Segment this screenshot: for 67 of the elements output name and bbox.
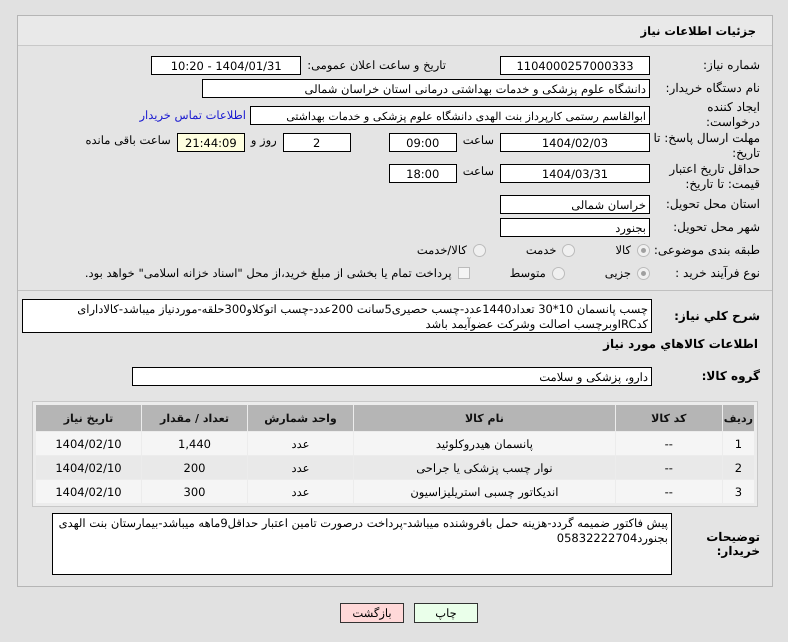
table-cell: پانسمان هیدروکلوئید — [354, 432, 615, 455]
panel-title: جزئیات اطلاعات نیاز — [640, 24, 756, 38]
table-cell: 300 — [142, 480, 247, 503]
time-field[interactable]: 18:00 — [388, 164, 457, 183]
date-field[interactable]: 1404/02/03 — [500, 133, 650, 152]
field-label: نوع فرآیند خرید : — [674, 266, 761, 280]
table-cell: عدد — [248, 432, 353, 455]
radio-button[interactable] — [552, 266, 565, 280]
print-button[interactable]: چاپ — [414, 603, 478, 623]
back-button[interactable]: بازگشت — [340, 603, 404, 623]
description-textarea[interactable]: چسب پانسمان 10*30 تعداد1440عدد-چسب حصیری5سانت 200عدد-چسب اتوکلاو300حلقه-موردنیاز میباشد-کالادارای کدIRCوبرچسب اصالت وشرکت عضوآیمد باشد — [22, 299, 652, 333]
table-cell: -- — [616, 480, 722, 503]
table-cell: عدد — [248, 480, 353, 503]
field-label: شرح کلي نیاز: — [673, 309, 761, 323]
table-cell: 1404/02/10 — [36, 480, 141, 503]
field-label: شماره نیاز: — [702, 58, 761, 72]
date-field[interactable]: 1404/03/31 — [500, 164, 650, 183]
radio-label: متوسط — [510, 266, 546, 280]
field-label: حداقل تاریخ اعتبار قیمت: تا تاریخ: — [668, 162, 761, 192]
goods-group-field[interactable]: دارو، پزشکی و سلامت — [132, 366, 652, 386]
section-heading: اطلاعات کالاهاي مورد نیاز — [602, 337, 759, 351]
city-field[interactable]: بجنورد — [500, 218, 650, 236]
field-label: گروه کالا: — [700, 369, 761, 383]
buyer-notes-textarea[interactable]: پیش فاکتور ضمیمه گردد-هزینه حمل بافروشنده میباشد-پرداخت درصورت تامین اعتبار حداقل9ماهه میباشد-بیمارستان بنت الهدی بجنورد05832222704 — [52, 513, 672, 575]
days-field[interactable]: 2 — [282, 133, 351, 152]
field-label: توضیحات خریدار: — [705, 530, 761, 558]
radio-label: جزیی — [604, 266, 631, 280]
column-header: تاریخ نیاز — [36, 405, 141, 431]
field-label: ساعت — [462, 133, 495, 147]
column-header: تعداد / مقدار — [142, 405, 247, 431]
radio-button[interactable] — [562, 244, 576, 256]
field-label: استان محل تحویل: — [664, 196, 761, 212]
table-cell: 1,440 — [142, 432, 247, 455]
radio-button[interactable] — [637, 266, 650, 280]
table-cell: 1 — [722, 432, 754, 455]
radio-label: خدمت — [526, 243, 556, 257]
contact-link[interactable]: اطلاعات تماس خریدار — [139, 108, 246, 122]
field-label: ساعت باقی مانده — [84, 133, 172, 147]
table-cell: -- — [616, 432, 722, 455]
radio-button[interactable] — [472, 244, 486, 256]
column-header: نام کالا — [354, 405, 615, 431]
province-field[interactable]: خراسان شمالی — [500, 194, 650, 214]
field-label: طبقه بندی موضوعی: — [652, 242, 761, 258]
buyer-org-field[interactable]: دانشگاه علوم پزشکی و خدمات بهداشتی درمانی استان خراسان شمالی — [202, 78, 650, 98]
creator-field[interactable]: ابوالقاسم رستمی کارپرداز بنت الهدی دانشگاه علوم پزشکی و خدمات بهداشتی — [250, 106, 650, 124]
column-header: کد کالا — [616, 405, 722, 431]
table-cell: 1404/02/10 — [36, 432, 141, 455]
radio-label: کالا — [615, 243, 631, 257]
radio-button[interactable] — [637, 244, 650, 256]
field-label: روز و — [249, 133, 278, 147]
field-label: ایجاد کننده درخواست: — [705, 100, 761, 130]
remaining-time-field: 21:44:09 — [176, 133, 245, 152]
field-label: شهر محل تحویل: — [672, 220, 761, 234]
column-header: واحد شمارش — [248, 405, 353, 431]
checkbox-label: پرداخت تمام یا بخشی از مبلغ خرید،از محل "اسناد خزانه اسلامی" خواهد بود. — [84, 266, 452, 280]
radio-label: کالا/خدمت — [416, 243, 467, 257]
table-cell: اندیکاتور چسبی استریلیزاسیون — [354, 480, 615, 503]
checkbox[interactable] — [458, 267, 470, 279]
field-label: مهلت ارسال پاسخ: تا تاریخ: — [652, 131, 761, 161]
need-number-field[interactable]: 1104000257000333 — [500, 56, 650, 74]
announce-date-field[interactable]: 1404/01/31 - 10:20 — [151, 56, 302, 74]
field-label: نام دستگاه خریدار: — [664, 80, 761, 96]
table-cell: 3 — [722, 480, 754, 503]
column-header: ردیف — [722, 405, 754, 431]
field-label: تاریخ و ساعت اعلان عمومی: — [306, 58, 447, 72]
time-field[interactable]: 09:00 — [388, 133, 457, 152]
field-label: ساعت — [462, 164, 495, 178]
